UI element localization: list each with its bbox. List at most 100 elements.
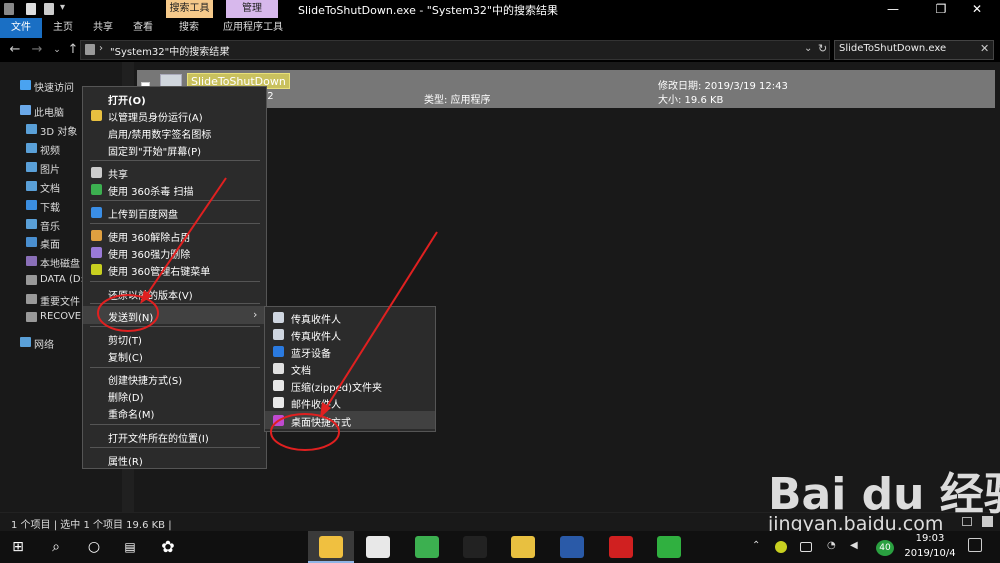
- context-menu-item[interactable]: 重命名(M): [83, 404, 266, 421]
- send-to-item[interactable]: 邮件收件人: [265, 394, 435, 411]
- context-menu-item-label: 发送到(N): [108, 313, 154, 324]
- context-menu-item-label: 上传到百度网盘: [108, 210, 178, 221]
- new-folder-icon[interactable]: [44, 3, 54, 15]
- search-icon[interactable]: ⌕: [42, 533, 70, 561]
- tab-app-tools[interactable]: 应用程序工具: [220, 18, 286, 38]
- send-to-item[interactable]: 蓝牙设备: [265, 343, 435, 360]
- windows-start-icon[interactable]: ⊞: [4, 533, 32, 561]
- context-menu-item[interactable]: 属性(R): [83, 451, 266, 468]
- context-tab-manage[interactable]: 管理: [226, 0, 278, 18]
- menu-separator: [90, 200, 260, 201]
- send-to-item[interactable]: 桌面快捷方式: [265, 412, 435, 429]
- context-menu-item[interactable]: 还原以前的版本(V): [83, 285, 266, 302]
- clock-time[interactable]: 19:03: [902, 533, 958, 544]
- pinwheel-app-icon[interactable]: ✿: [154, 533, 182, 561]
- close-button[interactable]: ✕: [954, 0, 1000, 18]
- 360-tray-icon[interactable]: [775, 541, 787, 553]
- baidu-netdisk-icon: [91, 207, 102, 218]
- send-to-item[interactable]: 文档: [265, 360, 435, 377]
- context-menu-item-label: 启用/禁用数字签名图标: [108, 130, 212, 141]
- context-menu-item[interactable]: 删除(D): [83, 387, 266, 404]
- context-menu-item-label: 重命名(M): [108, 410, 155, 421]
- notification-badge[interactable]: 40: [876, 540, 894, 556]
- tools-icon[interactable]: [560, 536, 584, 558]
- file-size: 大小: 19.6 KB: [658, 95, 724, 106]
- wifi-icon[interactable]: ◔: [827, 540, 836, 551]
- send-to-item[interactable]: 压缩(zipped)文件夹: [265, 377, 435, 394]
- context-menu-item-label: 复制(C): [108, 353, 143, 364]
- cortana-icon[interactable]: ○: [80, 533, 108, 561]
- menu-separator: [90, 447, 260, 448]
- nav-item-label: 视频: [40, 146, 60, 157]
- refresh-icon[interactable]: ↻: [818, 42, 827, 55]
- wechat-icon[interactable]: [657, 536, 681, 558]
- context-tab-search-tools[interactable]: 搜索工具: [166, 0, 213, 18]
- tab-search[interactable]: 搜索: [172, 18, 206, 38]
- context-menu-item-label: 使用 360强力删除: [108, 250, 191, 261]
- send-to-item-label: 邮件收件人: [291, 400, 341, 411]
- context-menu-item[interactable]: 以管理员身份运行(A): [83, 107, 266, 124]
- bluetooth-icon: [273, 346, 284, 357]
- back-arrow-icon[interactable]: ←: [6, 40, 24, 60]
- context-menu-item[interactable]: 上传到百度网盘: [83, 204, 266, 221]
- action-center-icon[interactable]: [968, 538, 982, 552]
- clock-date[interactable]: 2019/10/4: [902, 548, 958, 559]
- tab-share[interactable]: 共享: [86, 18, 120, 38]
- send-to-item[interactable]: 传真收件人: [265, 309, 435, 326]
- context-menu-item-label: 使用 360解除占用: [108, 233, 191, 244]
- context-menu-item[interactable]: 使用 360强力删除: [83, 244, 266, 261]
- context-menu-item[interactable]: 剪切(T): [83, 330, 266, 347]
- context-menu-item[interactable]: 复制(C): [83, 347, 266, 364]
- folder-music-icon: [26, 219, 37, 229]
- tray-expand-icon[interactable]: ⌃: [752, 540, 760, 551]
- 360-browser-icon[interactable]: [415, 536, 439, 558]
- task-view-icon[interactable]: ▤: [116, 533, 144, 561]
- minimize-button[interactable]: —: [870, 0, 916, 18]
- search-input-value[interactable]: SlideToShutDown.exe: [839, 43, 946, 54]
- tab-view[interactable]: 查看: [126, 18, 160, 38]
- context-menu-item[interactable]: 发送到(N): [83, 307, 266, 324]
- baidu-netdisk-icon[interactable]: [511, 536, 535, 558]
- context-menu-item-label: 打开(O): [108, 96, 146, 107]
- clear-search-icon[interactable]: ✕: [980, 42, 989, 55]
- breadcrumb-chevron-icon[interactable]: ›: [226, 43, 230, 54]
- context-menu-item[interactable]: 创建快捷方式(S): [83, 370, 266, 387]
- context-menu-item-label: 共享: [108, 170, 128, 181]
- context-menu-item-label: 固定到"开始"屏幕(P): [108, 147, 202, 158]
- menu-separator: [90, 303, 260, 304]
- battery-icon[interactable]: [800, 542, 812, 552]
- context-menu-item-label: 使用 360杀毒 扫描: [108, 187, 194, 198]
- file-explorer-icon[interactable]: [319, 536, 343, 558]
- volume-icon[interactable]: ◀: [850, 540, 858, 551]
- send-to-item-label: 蓝牙设备: [291, 349, 331, 360]
- send-to-item[interactable]: 传真收件人: [265, 326, 435, 343]
- drive-icon: [26, 294, 37, 304]
- nav-item-label: 快速访问: [34, 83, 74, 94]
- context-menu-item[interactable]: 使用 360管理右键菜单: [83, 261, 266, 278]
- folder-downloads-icon: [26, 200, 37, 210]
- context-menu-item[interactable]: 打开(O): [83, 90, 266, 107]
- tab-file[interactable]: 文件: [0, 18, 42, 38]
- breadcrumb[interactable]: "System32"中的搜索结果: [110, 43, 229, 58]
- context-menu-item[interactable]: 打开文件所在的位置(I): [83, 428, 266, 445]
- qq-icon[interactable]: [463, 536, 487, 558]
- tab-home[interactable]: 主页: [46, 18, 80, 38]
- properties-icon[interactable]: [26, 3, 36, 15]
- send-to-item-label: 传真收件人: [291, 332, 341, 343]
- context-menu-item[interactable]: 启用/禁用数字签名图标: [83, 124, 266, 141]
- nav-item-label: DATA (D:: [40, 274, 84, 285]
- breadcrumb-chevron-icon[interactable]: ›: [99, 43, 103, 54]
- address-dropdown-icon[interactable]: ⌄: [804, 43, 812, 54]
- store-icon[interactable]: [366, 536, 390, 558]
- nav-item-label: 重要文件 (: [40, 297, 88, 308]
- quick-access-dropdown-icon[interactable]: ▾: [60, 2, 65, 13]
- context-menu-item[interactable]: 使用 360解除占用: [83, 227, 266, 244]
- status-text: 1 个项目 | 选中 1 个项目 19.6 KB |: [11, 520, 172, 531]
- context-menu-item[interactable]: 固定到"开始"屏幕(P): [83, 141, 266, 158]
- forward-arrow-icon[interactable]: →: [28, 40, 46, 60]
- context-menu-item[interactable]: 共享: [83, 164, 266, 181]
- context-menu-item[interactable]: 使用 360杀毒 扫描: [83, 181, 266, 198]
- app-icon[interactable]: [4, 3, 14, 15]
- context-menu-item-label: 剪切(T): [108, 336, 142, 347]
- wps-icon[interactable]: [609, 536, 633, 558]
